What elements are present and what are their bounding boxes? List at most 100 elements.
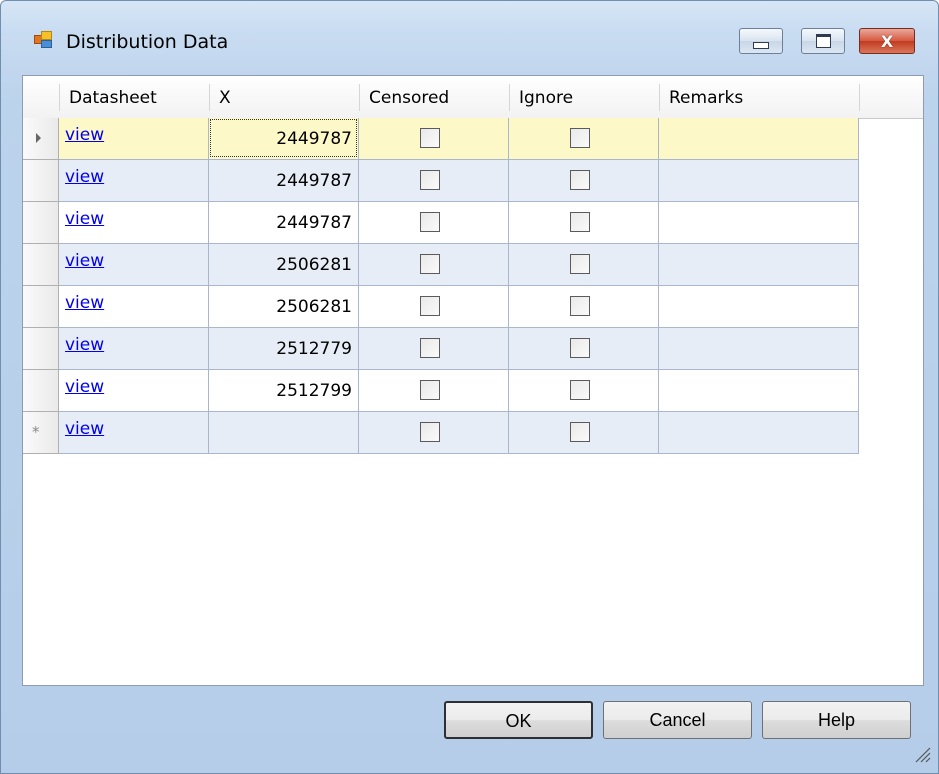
cell-censored[interactable] — [359, 286, 509, 328]
x-value: 2506281 — [276, 297, 352, 317]
ignore-checkbox[interactable] — [570, 380, 590, 400]
title-bar[interactable] — [1, 1, 938, 35]
cell-censored[interactable] — [359, 328, 509, 370]
new-row-star-icon: * — [32, 423, 40, 441]
cell-x[interactable]: 2449787 — [209, 118, 359, 160]
censored-checkbox[interactable] — [420, 338, 440, 358]
row-header[interactable] — [23, 328, 59, 370]
cell-ignore[interactable] — [509, 328, 659, 370]
ignore-checkbox[interactable] — [570, 212, 590, 232]
cell-datasheet[interactable]: view — [59, 370, 209, 412]
cell-remarks[interactable] — [659, 160, 859, 202]
cell-censored[interactable] — [359, 244, 509, 286]
table-row[interactable]: view 2506281 — [23, 286, 859, 328]
column-header-datasheet[interactable]: Datasheet — [59, 76, 209, 118]
datasheet-view-link[interactable]: view — [65, 419, 104, 439]
table-row[interactable]: view 2506281 — [23, 244, 859, 286]
cell-datasheet[interactable]: view — [59, 328, 209, 370]
resize-grip-icon[interactable] — [912, 744, 932, 764]
maximize-button[interactable] — [801, 28, 845, 54]
cell-censored[interactable] — [359, 370, 509, 412]
close-button[interactable]: X — [859, 28, 915, 54]
column-header-x[interactable]: X — [209, 76, 359, 118]
cell-datasheet[interactable]: view — [59, 286, 209, 328]
ignore-checkbox[interactable] — [570, 128, 590, 148]
censored-checkbox[interactable] — [420, 380, 440, 400]
cell-censored[interactable] — [359, 160, 509, 202]
grid-container: Datasheet X Censored Ignore Remarks view… — [22, 75, 924, 686]
cell-censored[interactable] — [359, 412, 509, 454]
datasheet-view-link[interactable]: view — [65, 125, 104, 145]
close-icon: X — [880, 31, 894, 51]
cell-datasheet[interactable]: view — [59, 118, 209, 160]
x-value: 2506281 — [276, 255, 352, 275]
cell-datasheet[interactable]: view — [59, 244, 209, 286]
cell-x[interactable]: 2506281 — [209, 244, 359, 286]
help-button[interactable]: Help — [762, 701, 911, 739]
censored-checkbox[interactable] — [420, 422, 440, 442]
new-table-row[interactable]: * view — [23, 412, 859, 454]
ignore-checkbox[interactable] — [570, 338, 590, 358]
cell-ignore[interactable] — [509, 202, 659, 244]
cell-x[interactable]: 2449787 — [209, 160, 359, 202]
cell-ignore[interactable] — [509, 244, 659, 286]
ignore-checkbox[interactable] — [570, 296, 590, 316]
cell-remarks[interactable] — [659, 118, 859, 160]
cell-remarks[interactable] — [659, 244, 859, 286]
cell-ignore[interactable] — [509, 286, 659, 328]
row-header[interactable] — [23, 118, 59, 160]
datasheet-view-link[interactable]: view — [65, 377, 104, 397]
column-header-remarks[interactable]: Remarks — [659, 76, 859, 118]
column-header-ignore[interactable]: Ignore — [509, 76, 659, 118]
ok-button[interactable]: OK — [444, 701, 593, 739]
cell-ignore[interactable] — [509, 118, 659, 160]
minimize-button[interactable] — [739, 28, 783, 54]
censored-checkbox[interactable] — [420, 254, 440, 274]
ignore-checkbox[interactable] — [570, 254, 590, 274]
row-header[interactable]: * — [23, 412, 59, 454]
ignore-checkbox[interactable] — [570, 422, 590, 442]
ignore-checkbox[interactable] — [570, 170, 590, 190]
cell-ignore[interactable] — [509, 370, 659, 412]
cell-remarks[interactable] — [659, 370, 859, 412]
cell-censored[interactable] — [359, 118, 509, 160]
column-header-censored[interactable]: Censored — [359, 76, 509, 118]
cell-x[interactable]: 2506281 — [209, 286, 359, 328]
cell-datasheet[interactable]: view — [59, 202, 209, 244]
cell-remarks[interactable] — [659, 202, 859, 244]
maximize-icon — [815, 34, 831, 48]
datasheet-view-link[interactable]: view — [65, 293, 104, 313]
row-header[interactable] — [23, 286, 59, 328]
cell-ignore[interactable] — [509, 160, 659, 202]
datasheet-view-link[interactable]: view — [65, 167, 104, 187]
cell-x[interactable]: 2449787 — [209, 202, 359, 244]
table-row[interactable]: view 2512779 — [23, 328, 859, 370]
cancel-button[interactable]: Cancel — [603, 701, 752, 739]
cell-remarks[interactable] — [659, 412, 859, 454]
cell-ignore[interactable] — [509, 412, 659, 454]
table-row[interactable]: view 2449787 — [23, 160, 859, 202]
cell-x[interactable]: 2512799 — [209, 370, 359, 412]
x-value: 2512799 — [276, 381, 352, 401]
cell-remarks[interactable] — [659, 286, 859, 328]
cell-remarks[interactable] — [659, 328, 859, 370]
row-header[interactable] — [23, 160, 59, 202]
cell-x[interactable] — [209, 412, 359, 454]
table-row[interactable]: view 2512799 — [23, 370, 859, 412]
table-row[interactable]: view 2449787 — [23, 202, 859, 244]
censored-checkbox[interactable] — [420, 128, 440, 148]
censored-checkbox[interactable] — [420, 296, 440, 316]
table-row[interactable]: view 2449787 — [23, 118, 859, 160]
cell-datasheet[interactable]: view — [59, 160, 209, 202]
datasheet-view-link[interactable]: view — [65, 251, 104, 271]
cell-censored[interactable] — [359, 202, 509, 244]
row-header[interactable] — [23, 244, 59, 286]
cell-datasheet[interactable]: view — [59, 412, 209, 454]
datasheet-view-link[interactable]: view — [65, 209, 104, 229]
datasheet-view-link[interactable]: view — [65, 335, 104, 355]
row-header[interactable] — [23, 370, 59, 412]
censored-checkbox[interactable] — [420, 212, 440, 232]
row-header[interactable] — [23, 202, 59, 244]
censored-checkbox[interactable] — [420, 170, 440, 190]
cell-x[interactable]: 2512779 — [209, 328, 359, 370]
